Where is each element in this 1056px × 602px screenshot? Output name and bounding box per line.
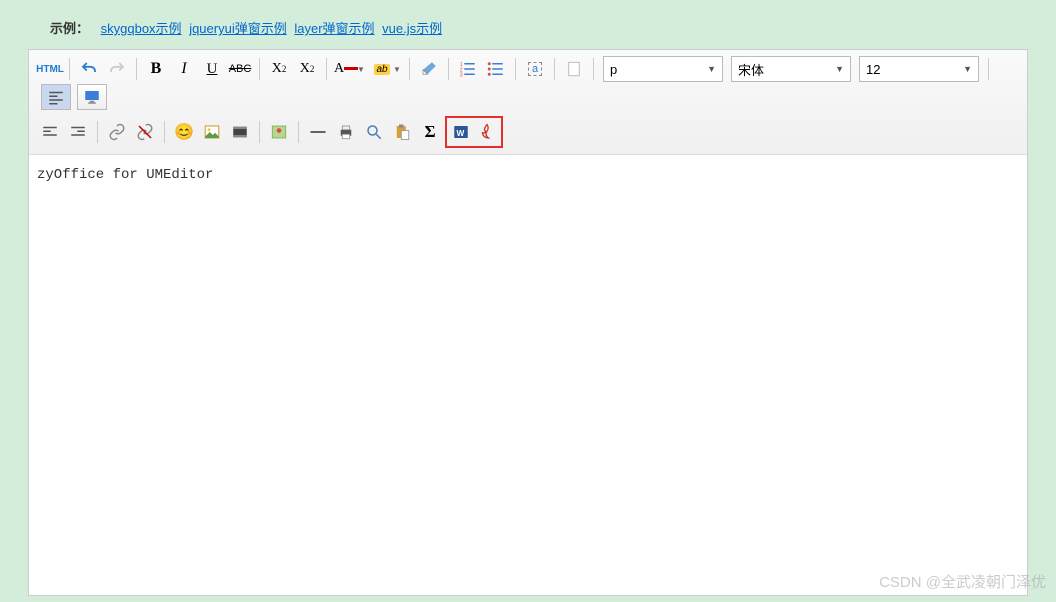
cleardoc-icon [565, 60, 583, 78]
align-right-button[interactable] [65, 119, 91, 145]
unordered-list-icon [487, 60, 505, 78]
example-link-skygqbox[interactable]: skygqbox示例 [101, 21, 182, 36]
print-icon [337, 123, 355, 141]
italic-button[interactable]: I [171, 56, 197, 82]
chevron-down-icon: ▼ [835, 64, 844, 74]
align-left-button[interactable] [37, 119, 63, 145]
font-family-select[interactable]: 宋体 ▼ [731, 56, 851, 82]
separator [448, 58, 449, 80]
justify-left-icon [47, 88, 65, 106]
separator [136, 58, 137, 80]
examples-header: 示例： skygqbox示例 jqueryui弹窗示例 layer弹窗示例 vu… [0, 0, 1056, 49]
svg-text:W: W [457, 129, 465, 138]
backcolor-button[interactable]: ab [369, 56, 395, 82]
pdf-icon [478, 123, 496, 141]
video-icon [231, 123, 249, 141]
source-html-button[interactable]: HTML [37, 56, 63, 82]
bold-button[interactable]: B [143, 56, 169, 82]
separator [69, 58, 70, 80]
chevron-down-icon: ▼ [707, 64, 716, 74]
link-button[interactable] [104, 119, 130, 145]
import-word-button[interactable]: W [448, 119, 474, 145]
separator [554, 58, 555, 80]
undo-icon [80, 60, 98, 78]
eraser-button[interactable] [416, 56, 442, 82]
font-size-select[interactable]: 12 ▼ [859, 56, 979, 82]
eraser-icon [420, 60, 438, 78]
image-icon [203, 123, 221, 141]
watermark: CSDN @全武凌朝门泽优 [879, 571, 1046, 592]
cleardoc-button[interactable] [561, 56, 587, 82]
separator [164, 121, 165, 143]
separator [988, 58, 989, 80]
editor-toolbar: HTML B I U ABC X2 X2 A ▼ ab ▼ 123 a p▼ 宋… [29, 50, 1027, 155]
separator [259, 121, 260, 143]
emotion-button[interactable]: 😊 [171, 119, 197, 145]
map-icon [270, 123, 288, 141]
paragraph-select[interactable]: p▼ [603, 56, 723, 82]
hr-icon [309, 123, 327, 141]
toolbar-row-2: 😊 Σ W [37, 112, 1019, 148]
unlink-button[interactable] [132, 119, 158, 145]
map-button[interactable] [266, 119, 292, 145]
image-button[interactable] [199, 119, 225, 145]
monitor-icon [83, 88, 101, 106]
separator [593, 58, 594, 80]
editor-container: HTML B I U ABC X2 X2 A ▼ ab ▼ 123 a p▼ 宋… [28, 49, 1028, 596]
magnifier-icon [365, 123, 383, 141]
formula-button[interactable]: Σ [417, 119, 443, 145]
editor-content[interactable]: zyOffice for UMEditor [29, 155, 1027, 595]
align-left-icon [41, 123, 59, 141]
examples-label: 示例： [50, 21, 89, 36]
ordered-list-icon: 123 [459, 60, 477, 78]
separator [409, 58, 410, 80]
fullscreen-button[interactable] [77, 84, 107, 110]
unlink-icon [136, 123, 154, 141]
paste-button[interactable] [389, 119, 415, 145]
example-link-layer[interactable]: layer弹窗示例 [294, 21, 374, 36]
separator [515, 58, 516, 80]
example-link-vuejs[interactable]: vue.js示例 [382, 21, 442, 36]
align-right-icon [69, 123, 87, 141]
selectall-button[interactable]: a [522, 56, 548, 82]
font-family-value: 宋体 [738, 60, 764, 79]
paragraph-value: p [610, 62, 617, 77]
redo-icon [108, 60, 126, 78]
chevron-down-icon: ▼ [963, 64, 972, 74]
forecolor-button[interactable]: A [333, 56, 359, 82]
unordered-list-button[interactable] [483, 56, 509, 82]
preview-button[interactable] [361, 119, 387, 145]
backcolor-dropdown[interactable]: ▼ [393, 65, 403, 74]
svg-text:3: 3 [460, 73, 463, 79]
separator [298, 121, 299, 143]
content-text: zyOffice for UMEditor [37, 167, 213, 183]
forecolor-dropdown[interactable]: ▼ [357, 65, 367, 74]
separator [97, 121, 98, 143]
video-button[interactable] [227, 119, 253, 145]
font-size-value: 12 [866, 62, 880, 77]
print-button[interactable] [333, 119, 359, 145]
strikethrough-button[interactable]: ABC [227, 56, 253, 82]
link-icon [108, 123, 126, 141]
clipboard-icon [393, 123, 411, 141]
example-link-jqueryui[interactable]: jqueryui弹窗示例 [189, 21, 287, 36]
import-pdf-button[interactable] [474, 119, 500, 145]
word-icon: W [452, 123, 470, 141]
separator [326, 58, 327, 80]
underline-button[interactable]: U [199, 56, 225, 82]
subscript-button[interactable]: X2 [294, 56, 320, 82]
horizontal-rule-button[interactable] [305, 119, 331, 145]
separator [259, 58, 260, 80]
justify-button[interactable] [41, 84, 71, 110]
highlighted-tools: W [445, 116, 503, 148]
undo-button[interactable] [76, 56, 102, 82]
ordered-list-button[interactable]: 123 [455, 56, 481, 82]
superscript-button[interactable]: X2 [266, 56, 292, 82]
redo-button[interactable] [104, 56, 130, 82]
